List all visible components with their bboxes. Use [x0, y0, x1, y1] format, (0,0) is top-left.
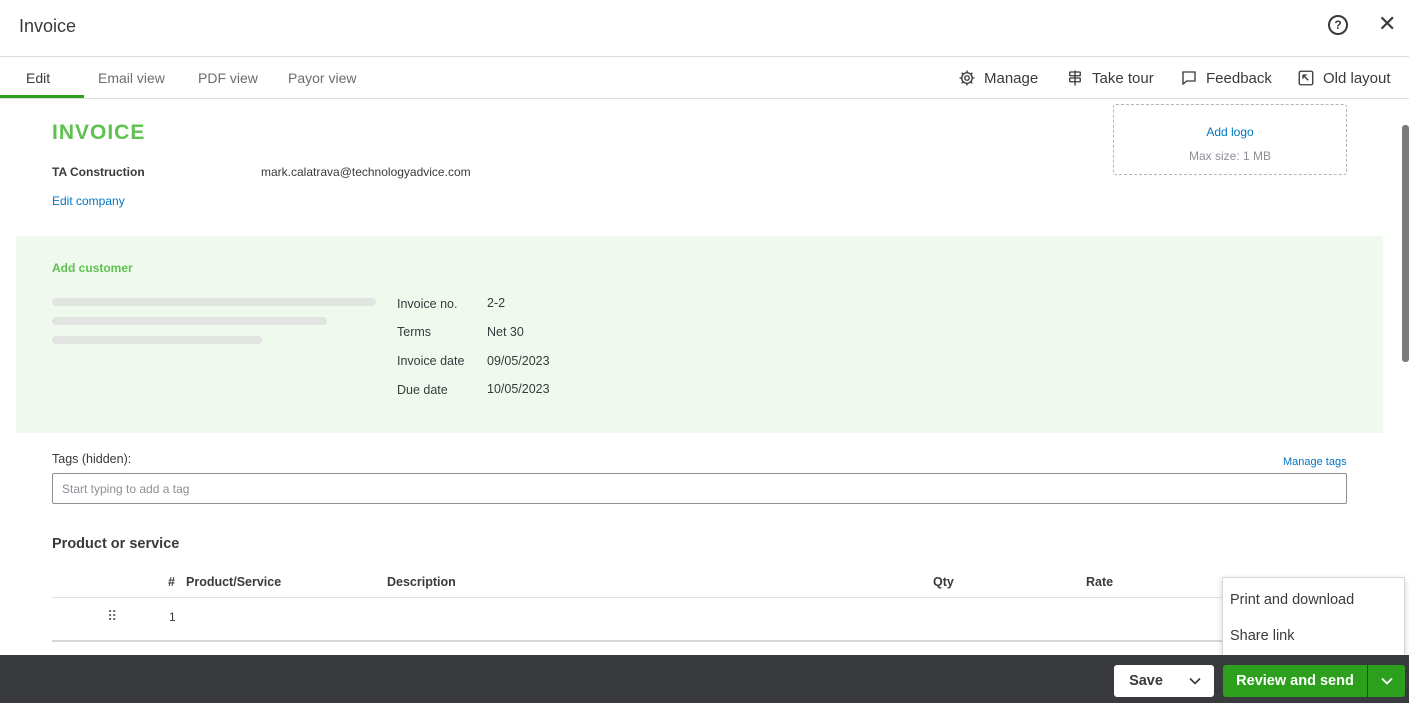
menu-item-print-download[interactable]: Print and download — [1230, 592, 1354, 608]
old-layout-label: Old layout — [1323, 69, 1391, 87]
tab-bar: Edit Email view PDF view Payor view Mana… — [0, 57, 1409, 99]
help-icon[interactable]: ? — [1328, 15, 1348, 35]
column-header-product: Product/Service — [186, 575, 282, 589]
menu-item-share-link[interactable]: Share link — [1230, 628, 1294, 644]
window-title: Invoice — [19, 16, 77, 36]
take-tour-button[interactable]: Take tour — [1066, 69, 1154, 87]
active-tab-indicator — [0, 95, 84, 98]
manage-tags-link[interactable]: Manage tags — [1283, 456, 1347, 468]
title-bar: Invoice ? ✕ — [0, 0, 1409, 57]
manage-button[interactable]: Manage — [958, 69, 1038, 87]
invoice-date-value[interactable]: 09/05/2023 — [487, 354, 550, 368]
logo-max-size: Max size: 1 MB — [1188, 149, 1272, 163]
terms-value[interactable]: Net 30 — [487, 325, 524, 339]
chevron-down-icon[interactable] — [1185, 671, 1205, 691]
old-layout-button[interactable]: Old layout — [1297, 69, 1391, 87]
chevron-down-icon — [1381, 677, 1393, 685]
due-date-label: Due date — [397, 383, 448, 397]
customer-placeholder-line — [52, 298, 376, 306]
due-date-value[interactable]: 10/05/2023 — [487, 382, 550, 396]
tab-payor-view[interactable]: Payor view — [288, 70, 356, 86]
feedback-label: Feedback — [1206, 69, 1272, 87]
close-icon[interactable]: ✕ — [1378, 13, 1396, 35]
invoice-date-label: Invoice date — [397, 354, 465, 368]
manage-label: Manage — [984, 69, 1039, 87]
feedback-button[interactable]: Feedback — [1180, 69, 1272, 87]
tags-input[interactable] — [52, 473, 1347, 504]
customer-placeholder-line — [52, 336, 262, 344]
tags-label: Tags (hidden): — [52, 452, 132, 466]
column-header-rate: Rate — [1086, 575, 1114, 589]
review-and-send-button[interactable]: Review and send — [1223, 665, 1367, 697]
column-header-qty: Qty — [933, 575, 954, 589]
footer-bar: Save Review and send — [0, 655, 1409, 703]
tab-pdf-view[interactable]: PDF view — [198, 70, 258, 86]
scrollbar[interactable] — [1402, 125, 1409, 362]
column-header-description: Description — [387, 575, 456, 589]
take-tour-label: Take tour — [1092, 69, 1154, 87]
speech-bubble-icon — [1182, 71, 1196, 86]
table-row-divider — [52, 640, 1252, 642]
send-options-menu: Print and download Share link — [1222, 577, 1405, 657]
table-row-number: 1 — [169, 610, 176, 624]
drag-handle-icon[interactable]: ⠿ — [107, 608, 117, 625]
invoice-no-value[interactable]: 2-2 — [487, 296, 505, 310]
column-header-number: # — [168, 575, 175, 589]
add-logo-dropzone[interactable]: Add logo Max size: 1 MB — [1113, 104, 1347, 175]
company-name: TA Construction — [52, 165, 145, 179]
customer-panel: Add customer Invoice no. 2-2 Terms Net 3… — [16, 236, 1383, 433]
gear-icon — [959, 70, 975, 86]
add-logo-link[interactable]: Add logo — [1114, 125, 1346, 139]
invoice-form: INVOICE TA Construction mark.calatrava@t… — [16, 99, 1383, 655]
customer-placeholder-line — [52, 317, 327, 325]
terms-label: Terms — [397, 325, 432, 339]
invoice-heading: INVOICE — [52, 121, 146, 144]
layout-arrow-icon — [1298, 70, 1314, 86]
signpost-icon — [1069, 70, 1081, 86]
table-header-divider — [52, 597, 1252, 598]
product-section-title: Product or service — [52, 536, 180, 552]
edit-company-link[interactable]: Edit company — [52, 194, 125, 208]
invoice-no-label: Invoice no. — [397, 297, 458, 311]
save-button[interactable]: Save — [1114, 665, 1214, 697]
tab-email-view[interactable]: Email view — [98, 70, 165, 86]
send-options-toggle[interactable] — [1368, 665, 1405, 697]
tab-edit[interactable]: Edit — [26, 70, 50, 86]
save-label: Save — [1129, 673, 1163, 689]
add-customer-link[interactable]: Add customer — [52, 261, 133, 275]
company-email: mark.calatrava@technologyadvice.com — [261, 165, 471, 179]
